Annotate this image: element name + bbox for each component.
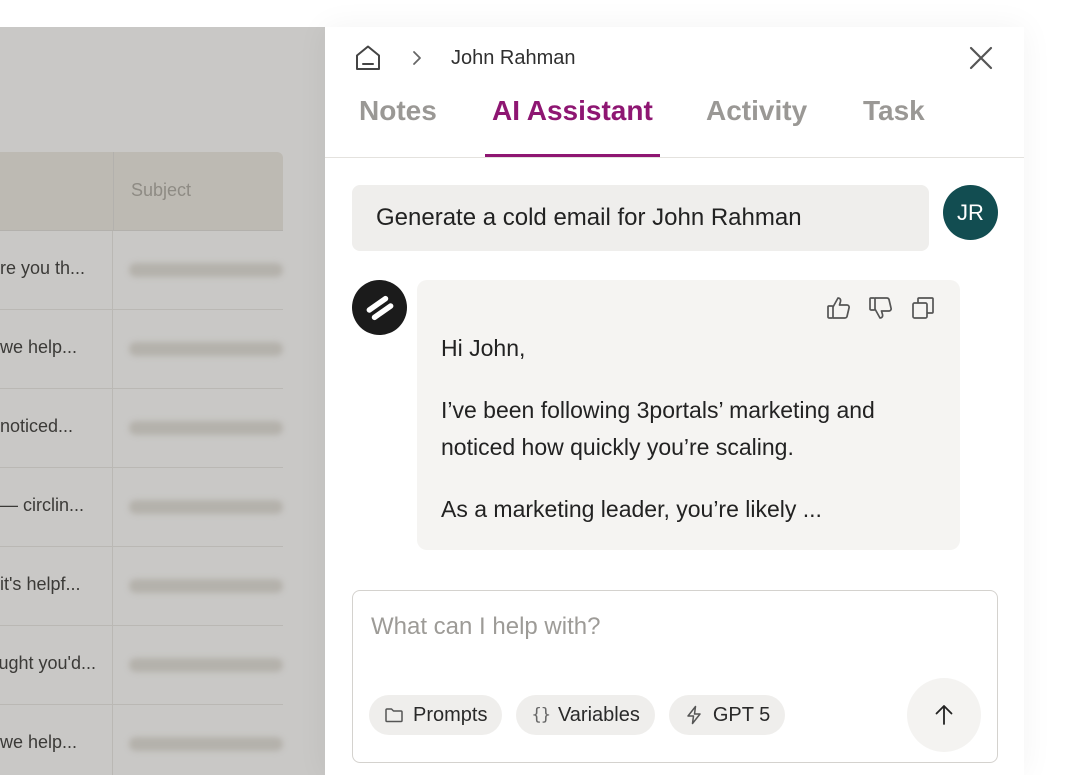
thumbs-up-icon[interactable] [826,295,852,321]
blurred-subject [129,342,283,356]
folder-icon [384,705,404,725]
table-row: it's helpf... [0,547,283,626]
tab-bar: Notes AI Assistant Activity Task [325,87,1024,158]
arrow-up-icon [935,705,953,725]
table-header: Subject [0,152,283,231]
message-actions [826,295,936,321]
table-row: we help... [0,705,283,775]
blurred-subject [129,658,283,672]
row-preview: it's helpf... [0,574,81,594]
variables-chip[interactable]: {} Variables [516,695,655,735]
row-preview: — circlin... [0,495,85,515]
braces-icon: {} [531,705,551,725]
copy-icon[interactable] [910,295,936,321]
assistant-paragraph: Hi John, [441,335,526,361]
assistant-logo-icon [352,280,407,335]
row-preview: we help... [0,732,78,752]
table-row: ught you'd... [0,626,283,705]
row-preview: ught you'd... [0,653,96,673]
tab-notes[interactable]: Notes [359,95,437,157]
lightning-icon [684,705,704,725]
chat-input[interactable] [369,609,973,645]
composer-chips: Prompts {} Variables GPT 5 [369,695,786,735]
model-label: GPT 5 [712,703,771,726]
email-table: Subject re you th... we help... noticed.… [0,152,283,775]
chat-composer: Prompts {} Variables GPT 5 [352,590,998,763]
background-overlay: Subject re you th... we help... noticed.… [0,27,325,775]
table-row: we help... [0,310,283,389]
tab-task[interactable]: Task [863,95,925,157]
tab-activity[interactable]: Activity [706,95,807,157]
blurred-subject [129,421,283,435]
ai-assistant-panel: John Rahman Notes AI Assistant Activity … [325,27,1024,775]
row-preview: we help... [0,337,78,357]
close-icon[interactable] [968,45,994,71]
row-preview: re you th... [0,258,86,278]
blurred-subject [129,579,283,593]
model-chip[interactable]: GPT 5 [668,695,786,735]
thumbs-down-icon[interactable] [868,295,894,321]
breadcrumb-contact[interactable]: John Rahman [451,47,576,70]
assistant-message: Hi John, I’ve been following 3portals’ m… [417,280,960,550]
assistant-paragraph: I’ve been following 3portals’ marketing … [441,397,875,460]
blurred-subject [129,500,283,514]
tab-ai-assistant[interactable]: AI Assistant [485,95,660,157]
table-row: re you th... [0,231,283,310]
avatar: JR [943,185,998,240]
prompts-label: Prompts [413,703,488,726]
blurred-subject [129,263,283,277]
breadcrumb: John Rahman [353,43,576,73]
variables-label: Variables [557,703,640,726]
home-icon[interactable] [353,43,383,73]
user-message: Generate a cold email for John Rahman [352,185,929,251]
send-button[interactable] [907,678,981,752]
blurred-subject [129,737,283,751]
table-row: noticed... [0,389,283,468]
assistant-paragraph: As a marketing leader, you’re likely ... [441,496,822,522]
row-preview: noticed... [0,416,74,436]
subject-column-header: Subject [131,180,192,200]
table-row: — circlin... [0,468,283,547]
chevron-right-icon [409,50,425,66]
prompts-chip[interactable]: Prompts [369,695,503,735]
